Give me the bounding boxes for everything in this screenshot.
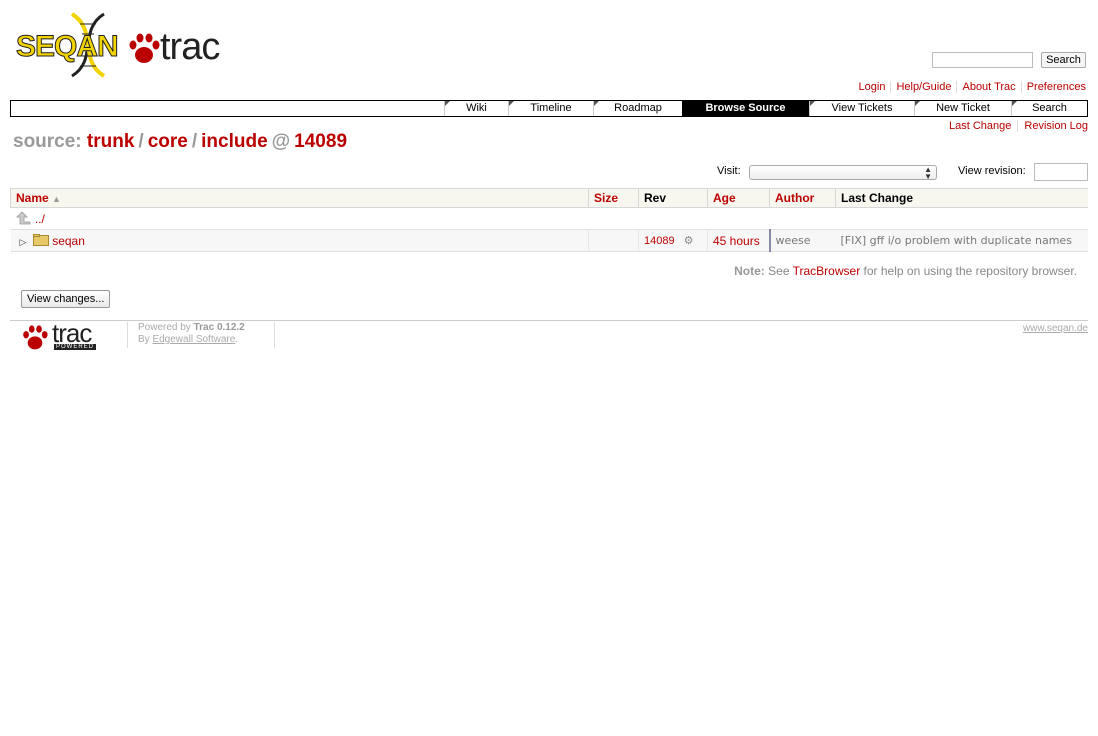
powered-badge: POWERED — [54, 344, 97, 350]
note-post: for help on using the repository browser… — [863, 264, 1077, 278]
select-arrows-icon: ▲ ▼ — [924, 165, 932, 181]
rev-link[interactable]: 14089 — [644, 235, 675, 247]
tab-timeline[interactable]: Timeline — [508, 101, 593, 116]
path-part-trunk[interactable]: trunk — [87, 131, 135, 152]
tab-roadmap[interactable]: Roadmap — [593, 101, 682, 116]
column-age[interactable]: Age — [707, 188, 770, 208]
search-button[interactable]: Search — [1041, 52, 1086, 68]
last-change-link[interactable]: Last Change — [943, 120, 1019, 132]
footer-divider — [10, 320, 1088, 321]
trac-powered-logo[interactable]: trac POWERED — [22, 318, 106, 354]
size-cell — [588, 229, 639, 252]
path-part-core[interactable]: core — [148, 131, 188, 152]
login-link[interactable]: Login — [853, 81, 892, 93]
tab-browse-source[interactable]: Browse Source — [682, 101, 809, 116]
visit-select[interactable]: ▲ ▼ — [749, 165, 937, 181]
view-revision-label: View revision: — [958, 165, 1026, 177]
footer-separator — [274, 322, 275, 348]
tab-view-tickets[interactable]: View Tickets — [809, 101, 914, 116]
column-last-change: Last Change — [835, 188, 1088, 208]
path-prefix: source: — [13, 131, 82, 152]
note-label: Note: — [734, 264, 765, 278]
folder-icon — [32, 233, 49, 246]
preferences-link[interactable]: Preferences — [1022, 81, 1086, 93]
sort-ascending-icon: ▲ — [52, 194, 61, 204]
seqan-wordmark: SEQAN — [16, 30, 120, 64]
trac-paw-icon — [23, 325, 48, 350]
trac-wordmark: trac — [160, 26, 220, 68]
path-part-include[interactable]: include — [201, 131, 268, 152]
powered-by-text: Powered by Trac 0.12.2 By Edgewall Softw… — [138, 322, 245, 345]
about-trac-link[interactable]: About Trac — [957, 81, 1022, 93]
tab-new-ticket[interactable]: New Ticket — [914, 101, 1011, 116]
view-revision-input[interactable] — [1034, 163, 1088, 181]
page-title: source: trunk / core / include @14089 — [13, 131, 347, 153]
folder-link-seqan[interactable]: seqan — [52, 234, 85, 248]
meta-navigation: Login Help/Guide About Trac Preferences — [853, 81, 1086, 93]
footer-separator — [127, 322, 128, 348]
path-separator: / — [191, 131, 198, 152]
sort-size-link[interactable]: Size — [594, 191, 618, 205]
column-author[interactable]: Author — [769, 188, 836, 208]
parent-directory-icon — [15, 211, 30, 225]
context-navigation: Last Change Revision Log — [943, 120, 1088, 132]
column-rev: Rev — [638, 188, 708, 208]
table-row: ▷ seqan 14089 ⚙ 45 hours weese [FIX] gff… — [10, 229, 1088, 252]
column-name[interactable]: Name ▲ — [10, 188, 589, 208]
sort-name-link[interactable]: Name ▲ — [16, 191, 61, 205]
expand-toggle-icon[interactable]: ▷ — [20, 237, 27, 248]
tab-search[interactable]: Search — [1011, 101, 1087, 116]
visit-label: Visit: — [717, 165, 741, 177]
note-pre: See — [768, 264, 790, 278]
view-changes-button[interactable]: View changes... — [21, 290, 111, 308]
at-sign: @ — [271, 131, 291, 152]
revision-log-link[interactable]: Revision Log — [1018, 120, 1088, 132]
path-separator: / — [138, 131, 144, 152]
help-guide-link[interactable]: Help/Guide — [891, 81, 958, 93]
sort-age-link[interactable]: Age — [713, 191, 736, 205]
parent-directory-link[interactable]: ../ — [35, 212, 45, 226]
sort-author-link[interactable]: Author — [775, 191, 814, 205]
seqan-trac-logo[interactable]: SEQAN trac — [14, 8, 226, 84]
last-change-cell: [FIX] gff i/o problem with duplicate nam… — [835, 229, 1088, 252]
tracbrowser-link[interactable]: TracBrowser — [793, 264, 861, 278]
path-revision[interactable]: 14089 — [294, 131, 347, 152]
help-note: Note: See TracBrowser for help on using … — [734, 264, 1077, 278]
trac-paw-icon — [129, 33, 160, 63]
trac-version-link[interactable]: Trac 0.12.2 — [194, 322, 245, 333]
changeset-icon[interactable]: ⚙ — [684, 235, 694, 247]
main-navigation: Wiki Timeline Roadmap Browse Source View… — [10, 100, 1088, 117]
column-size[interactable]: Size — [588, 188, 639, 208]
age-link[interactable]: 45 hours — [713, 234, 760, 248]
parent-row[interactable]: ../ — [10, 207, 1088, 230]
search-input[interactable] — [932, 52, 1033, 68]
edgewall-link[interactable]: Edgewall Software — [152, 334, 235, 345]
author-cell: weese — [769, 229, 836, 252]
directory-listing: Name ▲ Size Rev Age Author Last Change .… — [10, 188, 1088, 252]
site-url-link[interactable]: www.seqan.de — [1023, 323, 1088, 334]
tab-wiki[interactable]: Wiki — [444, 101, 508, 116]
